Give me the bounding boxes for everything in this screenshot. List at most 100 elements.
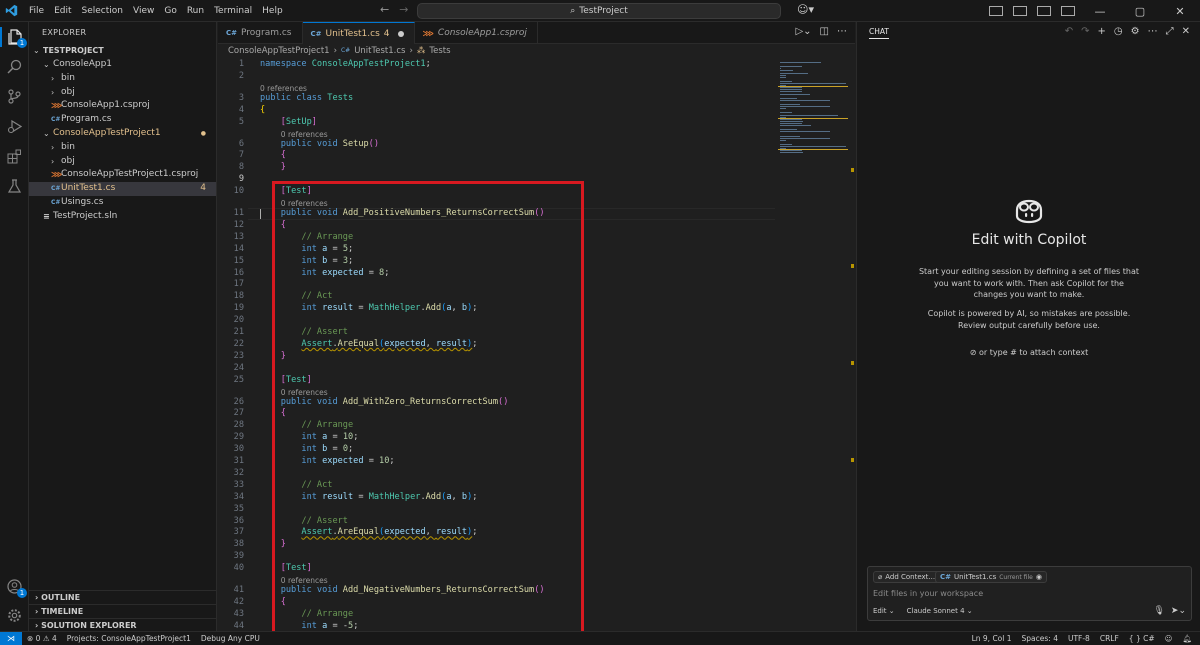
timeline-section[interactable]: › TIMELINE bbox=[29, 604, 217, 618]
breadcrumb-item[interactable]: ConsoleAppTestProject1 bbox=[228, 44, 330, 58]
split-editor-icon[interactable]: ◫ bbox=[820, 26, 829, 37]
breadcrumb-item[interactable]: UnitTest1.cs bbox=[354, 44, 405, 58]
tree-item[interactable]: › bin bbox=[29, 141, 216, 155]
add-context-button[interactable]: ⌀ Add Context... bbox=[873, 571, 941, 583]
scrollbar-warning-marks[interactable] bbox=[851, 58, 855, 631]
source-control-icon[interactable] bbox=[5, 87, 24, 106]
model-picker[interactable]: Claude Sonnet 4 ⌄ bbox=[907, 607, 973, 615]
toggle-secondary-sidebar-icon[interactable] bbox=[1037, 6, 1051, 16]
eol-status[interactable]: CRLF bbox=[1100, 632, 1119, 645]
settings-icon[interactable]: ⚙ bbox=[1131, 26, 1140, 37]
tree-item[interactable]: C# UnitTest1.cs 4 bbox=[29, 182, 216, 196]
manage-gear-icon[interactable] bbox=[5, 606, 24, 625]
search-view-icon[interactable] bbox=[5, 57, 24, 76]
explorer-icon[interactable]: 1 bbox=[5, 27, 27, 48]
remote-indicator-icon[interactable]: ⋊ bbox=[0, 632, 22, 645]
line-number: 36 bbox=[233, 515, 244, 526]
tree-item[interactable]: ⌄ ConsoleApp1 bbox=[29, 58, 216, 72]
redo-icon[interactable]: ↷ bbox=[1081, 26, 1089, 37]
outline-section[interactable]: › OUTLINE bbox=[29, 590, 217, 604]
forward-arrow-icon[interactable]: → bbox=[399, 3, 408, 16]
customize-layout-icon[interactable] bbox=[1061, 6, 1075, 16]
testing-flask-icon[interactable] bbox=[5, 177, 24, 196]
code-token: ConsoleAppTestProject1 bbox=[311, 59, 426, 69]
tree-item[interactable]: ⋙ ConsoleApp1.csproj bbox=[29, 99, 216, 113]
code-token: () bbox=[368, 138, 380, 149]
copilot-status-icon[interactable]: ☺ bbox=[1165, 632, 1173, 645]
current-file-chip[interactable]: C# UnitTest1.cs Current file ◉ bbox=[935, 571, 1047, 583]
close-icon[interactable]: ✕ bbox=[1182, 26, 1190, 37]
line-number: 30 bbox=[233, 444, 244, 455]
maximize-icon[interactable]: ⤢ bbox=[1166, 26, 1174, 37]
tree-item-label: ConsoleAppTestProject1.csproj bbox=[61, 169, 199, 180]
menu-item-selection[interactable]: Selection bbox=[77, 0, 128, 22]
workspace-root[interactable]: ⌄ TESTPROJECT bbox=[29, 44, 216, 58]
notifications-icon[interactable]: 🔔︎ bbox=[1182, 632, 1192, 645]
run-icon[interactable]: ▷⌄ bbox=[795, 26, 811, 37]
mode-picker[interactable]: Edit ⌄ bbox=[873, 607, 895, 615]
tree-item[interactable]: C# Program.cs bbox=[29, 113, 216, 127]
menu-item-edit[interactable]: Edit bbox=[49, 0, 76, 22]
tree-item[interactable]: › bin bbox=[29, 72, 216, 86]
tree-item[interactable]: ≡ TestProject.sln bbox=[29, 210, 216, 224]
line-number: 5 bbox=[238, 116, 244, 127]
accounts-icon[interactable]: 1 bbox=[5, 577, 27, 598]
extensions-icon[interactable] bbox=[5, 147, 24, 166]
send-icon[interactable]: ➤⌄ bbox=[1171, 606, 1186, 616]
close-window-button[interactable]: ✕ bbox=[1160, 5, 1200, 18]
menu-item-run[interactable]: Run bbox=[182, 0, 209, 22]
history-icon[interactable]: ◷ bbox=[1114, 26, 1123, 37]
line-number: 32 bbox=[233, 467, 244, 478]
line-number: 25 bbox=[233, 374, 244, 385]
back-arrow-icon[interactable]: ← bbox=[380, 3, 389, 16]
undo-icon[interactable]: ↶ bbox=[1065, 26, 1073, 37]
problems-indicator[interactable]: ⊗ 0 ⚠ 4 bbox=[27, 632, 57, 645]
xml-file-icon: ⋙ bbox=[422, 28, 434, 38]
microphone-icon[interactable]: 🎙︎ bbox=[1153, 606, 1164, 616]
run-debug-icon[interactable] bbox=[5, 117, 24, 136]
codelens-references[interactable]: 0 references bbox=[281, 130, 328, 139]
solution-explorer-section[interactable]: › SOLUTION EXPLORER bbox=[29, 618, 217, 632]
tree-item[interactable]: ⋙ ConsoleAppTestProject1.csproj bbox=[29, 168, 216, 182]
language-status[interactable]: { } C# bbox=[1129, 632, 1155, 645]
tree-item[interactable]: C# Usings.cs bbox=[29, 196, 216, 210]
menu-item-terminal[interactable]: Terminal bbox=[209, 0, 257, 22]
tree-item[interactable]: › obj bbox=[29, 86, 216, 100]
minimize-button[interactable]: — bbox=[1080, 5, 1120, 18]
indentation-status[interactable]: Spaces: 4 bbox=[1022, 632, 1058, 645]
chat-tab[interactable]: CHAT bbox=[869, 27, 890, 39]
command-center-search[interactable]: ⌕ TestProject bbox=[417, 3, 781, 19]
debug-config-status[interactable]: Debug Any CPU bbox=[201, 632, 260, 645]
tab-consoleapp1-csproj[interactable]: ⋙ ConsoleApp1.csproj bbox=[415, 22, 538, 44]
tab-unittest1-cs[interactable]: C# UnitTest1.cs 4 bbox=[302, 22, 415, 44]
copilot-chat-panel: CHAT ↶ ↷ + ◷ ⚙ ⋯ ⤢ ✕ Edit with Copilot S… bbox=[856, 22, 1200, 631]
breadcrumb-item[interactable]: Tests bbox=[429, 44, 450, 58]
tab-program-cs[interactable]: C# Program.cs bbox=[218, 22, 303, 44]
unsaved-dot-icon[interactable] bbox=[397, 30, 404, 37]
codelens-references[interactable]: 0 references bbox=[260, 84, 307, 93]
modified-dot-icon: ● bbox=[200, 129, 206, 137]
copilot-menu-icon[interactable]: ☺▾ bbox=[797, 3, 814, 16]
maximize-button[interactable]: ▢ bbox=[1120, 5, 1160, 18]
menu-item-view[interactable]: View bbox=[128, 0, 159, 22]
new-chat-icon[interactable]: + bbox=[1098, 26, 1106, 37]
menu-item-file[interactable]: File bbox=[24, 0, 49, 22]
mode-label: Edit bbox=[873, 607, 887, 615]
code-token: Setup bbox=[342, 138, 369, 149]
encoding-status[interactable]: UTF-8 bbox=[1068, 632, 1090, 645]
more-actions-icon[interactable]: ⋯ bbox=[837, 26, 847, 37]
eye-icon[interactable]: ◉ bbox=[1036, 573, 1042, 581]
tree-item[interactable]: › obj bbox=[29, 155, 216, 169]
minimap[interactable] bbox=[778, 58, 848, 178]
projects-status[interactable]: Projects: ConsoleAppTestProject1 bbox=[67, 632, 191, 645]
menu-item-help[interactable]: Help bbox=[257, 0, 288, 22]
minimap-line bbox=[780, 131, 831, 133]
toggle-sidebar-icon[interactable] bbox=[989, 6, 1003, 16]
toggle-panel-icon[interactable] bbox=[1013, 6, 1027, 16]
menu-item-go[interactable]: Go bbox=[159, 0, 181, 22]
chat-input-field[interactable]: Edit files in your workspace bbox=[873, 589, 983, 598]
minimap-line bbox=[780, 99, 831, 101]
tree-item[interactable]: ⌄ ConsoleAppTestProject1 ● bbox=[29, 127, 216, 141]
cursor-position[interactable]: Ln 9, Col 1 bbox=[972, 632, 1012, 645]
more-icon[interactable]: ⋯ bbox=[1148, 26, 1158, 37]
